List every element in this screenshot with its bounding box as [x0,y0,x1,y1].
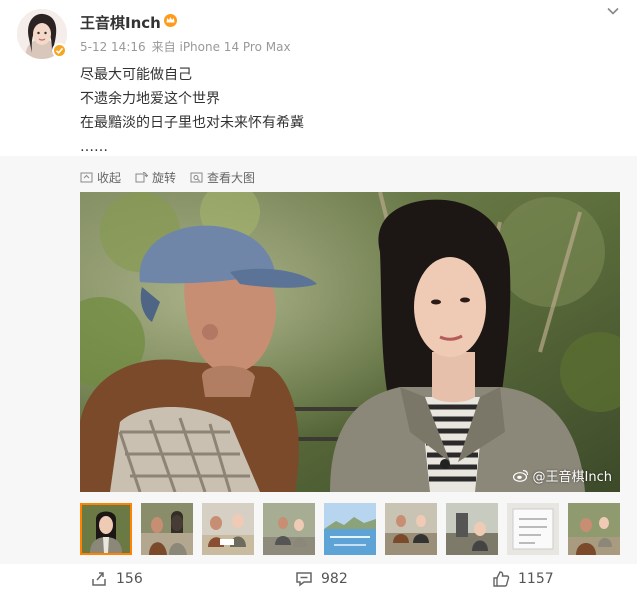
collapse-label: 收起 [97,171,122,185]
thumbnail[interactable] [324,503,376,555]
main-photo[interactable]: @王音棋Inch [80,192,620,492]
repost-button[interactable]: 156 [90,570,143,588]
repost-icon [92,572,106,586]
chevron-down-icon[interactable] [606,4,620,18]
verified-icon [52,43,67,58]
rotate-label: 旋转 [152,171,177,185]
thumbnail[interactable] [263,503,315,555]
media-toolbar: 收起 旋转 查看大图 [80,169,255,186]
post-line: 不遗余力地爱这个世界 [80,91,220,107]
collapse-button[interactable]: 收起 [80,169,121,186]
thumbnail-strip [80,503,620,555]
watermark-text: @王音棋Inch [532,470,612,485]
thumbnail[interactable] [141,503,193,555]
like-icon [493,571,510,587]
view-large-icon [190,172,203,183]
username[interactable]: 王音棋Inch [80,12,161,33]
post-line: 在最黯淡的日子里也对未来怀有希冀 [80,115,304,131]
weibo-post-card: 王音棋Inch 5-12 14:16 来自 iPhone 14 Pro Max 尽… [0,0,637,598]
weibo-icon [512,469,528,482]
post-timestamp[interactable]: 5-12 14:16 [80,40,146,54]
thumbnail[interactable] [507,503,559,555]
thumbnail[interactable] [568,503,620,555]
post-line: 尽最大可能做自己 [80,67,192,83]
thumbnail[interactable] [202,503,254,555]
thumbnail[interactable] [446,503,498,555]
view-large-button[interactable]: 查看大图 [190,169,255,186]
crown-icon [164,14,177,27]
comment-count: 982 [321,571,348,587]
rotate-button[interactable]: 旋转 [135,169,176,186]
comment-button[interactable]: 982 [295,570,348,588]
post-text: 尽最大可能做自己 不遗余力地爱这个世界 在最黯淡的日子里也对未来怀有希冀 …… [80,63,304,159]
photo-scene [80,192,620,492]
like-count: 1157 [518,571,554,587]
post-device: iPhone 14 Pro Max [179,40,291,54]
post-meta: 5-12 14:16 来自 iPhone 14 Pro Max [80,38,291,55]
watermark: @王音棋Inch [512,466,612,485]
thumbnail[interactable] [385,503,437,555]
repost-count: 156 [116,571,143,587]
view-large-label: 查看大图 [207,171,256,185]
thumbnail[interactable] [80,503,132,555]
rotate-icon [135,172,149,183]
like-button[interactable]: 1157 [492,570,554,588]
source-prefix: 来自 [151,40,176,54]
collapse-icon [80,172,93,183]
comment-icon [296,572,312,587]
action-bar: 156 982 1157 [0,570,637,598]
